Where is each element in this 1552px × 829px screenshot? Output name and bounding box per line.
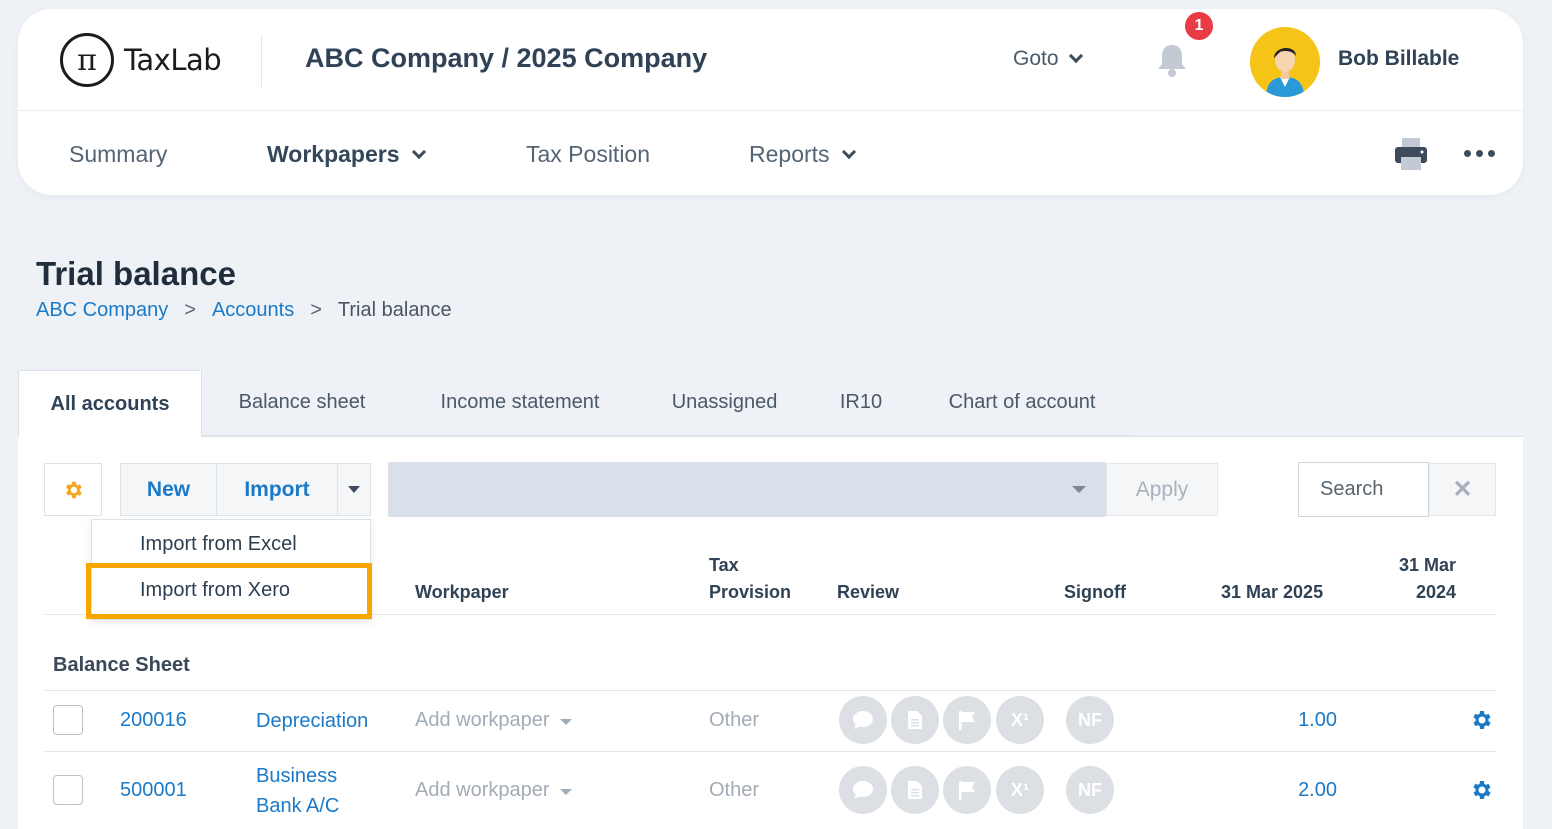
notification-badge: 1 [1183, 10, 1215, 42]
col-prior-line1: 31 Mar [1398, 555, 1456, 575]
row-checkbox[interactable] [53, 775, 83, 805]
tab-balance-sheet[interactable]: Balance sheet [202, 370, 402, 437]
comment-icon[interactable] [839, 766, 887, 814]
col-tax-provision-line2: Provision [709, 582, 792, 602]
user-name[interactable]: Bob Billable [1338, 47, 1459, 71]
signoff-badge[interactable]: NF [1066, 696, 1114, 744]
logo-text: TaxLab [124, 43, 222, 77]
comment-icon[interactable] [839, 696, 887, 744]
chevron-down-icon [411, 144, 426, 159]
signoff-badge[interactable]: NF [1066, 766, 1114, 814]
col-tax-provision-line1: Tax [709, 555, 739, 575]
bell-icon[interactable] [1155, 42, 1189, 78]
nav-label: Tax Position [526, 141, 651, 167]
divider [261, 35, 262, 87]
account-name[interactable]: Business Bank A/C [256, 761, 339, 821]
flag-icon[interactable] [943, 766, 991, 814]
account-code[interactable]: 500001 [120, 779, 187, 802]
new-import-group: New Import [120, 463, 371, 516]
import-caret-button[interactable] [338, 464, 370, 515]
add-workpaper-dropdown[interactable]: Add workpaper [415, 709, 572, 732]
gear-icon[interactable] [1469, 778, 1493, 802]
superscript-icon[interactable]: X¹ [996, 766, 1044, 814]
account-name[interactable]: Depreciation [256, 706, 368, 736]
caret-down-icon [559, 719, 572, 725]
logo-icon: π [60, 33, 114, 87]
top-bar: π TaxLab ABC Company / 2025 Company Goto… [18, 9, 1523, 111]
breadcrumb-separator: > [310, 299, 322, 321]
goto-dropdown[interactable]: Goto [1013, 47, 1083, 71]
tab-ir10[interactable]: IR10 [811, 370, 911, 437]
avatar[interactable] [1250, 27, 1320, 97]
nav-label: Summary [69, 141, 168, 167]
company-title: ABC Company / 2025 Company [305, 43, 708, 73]
col-prior-line2: 2024 [1415, 582, 1456, 602]
nav-tax-position[interactable]: Tax Position [526, 141, 650, 168]
user-avatar-icon [1266, 47, 1304, 97]
caret-down-icon [1072, 486, 1086, 493]
breadcrumb-company[interactable]: ABC Company [36, 299, 168, 322]
current-amount[interactable]: 1.00 [1298, 709, 1337, 732]
nav-reports[interactable]: Reports [749, 141, 856, 168]
account-name-line1: Business [256, 765, 338, 787]
more-options-icon[interactable] [1464, 150, 1495, 157]
document-icon[interactable] [891, 696, 939, 744]
tax-provision-value[interactable]: Other [709, 779, 759, 802]
printer-icon[interactable] [1394, 136, 1428, 172]
nav-workpapers[interactable]: Workpapers [267, 141, 426, 168]
account-name-line2: Bank A/C [256, 795, 340, 817]
nav-summary[interactable]: Summary [69, 141, 167, 168]
settings-button[interactable] [44, 463, 102, 516]
col-review[interactable]: Review [837, 579, 899, 606]
tab-all-accounts[interactable]: All accounts [18, 370, 202, 438]
search-input[interactable] [1298, 462, 1429, 517]
row-checkbox[interactable] [53, 705, 83, 735]
breadcrumb: ABC Company > Accounts > Trial balance [36, 299, 452, 322]
highlight-box [86, 563, 372, 619]
tab-chart-of-account[interactable]: Chart of account [911, 370, 1133, 437]
import-button[interactable]: Import [217, 464, 338, 515]
add-workpaper-dropdown[interactable]: Add workpaper [415, 779, 572, 802]
logo[interactable]: π TaxLab [60, 33, 222, 87]
caret-down-icon [559, 789, 572, 795]
tax-provision-value[interactable]: Other [709, 709, 759, 732]
clear-search-button[interactable]: ✕ [1429, 463, 1496, 516]
account-code[interactable]: 200016 [120, 709, 187, 732]
main-nav: Summary Workpapers Tax Position Reports [18, 112, 1523, 195]
breadcrumb-accounts[interactable]: Accounts [212, 299, 294, 322]
divider [44, 690, 1496, 691]
col-tax-provision[interactable]: Tax Provision [709, 552, 791, 606]
gear-icon[interactable] [1469, 708, 1493, 732]
divider [44, 751, 1496, 752]
bulk-action-select[interactable] [388, 462, 1106, 517]
page-title: Trial balance [36, 255, 236, 292]
section-heading: Balance Sheet [53, 654, 190, 676]
header-card: π TaxLab ABC Company / 2025 Company Goto… [18, 9, 1523, 195]
breadcrumb-current: Trial balance [337, 299, 452, 321]
col-signoff[interactable]: Signoff [1064, 579, 1126, 606]
current-amount[interactable]: 2.00 [1298, 779, 1337, 802]
chevron-down-icon [841, 144, 856, 159]
apply-button[interactable]: Apply [1106, 463, 1218, 516]
caret-down-icon [348, 486, 360, 493]
col-prior-period[interactable]: 31 Mar 2024 [1394, 552, 1456, 606]
chevron-down-icon [1068, 48, 1083, 64]
nav-label: Reports [749, 141, 830, 167]
col-workpaper[interactable]: Workpaper [415, 579, 509, 606]
superscript-icon[interactable]: X¹ [996, 696, 1044, 744]
tab-unassigned[interactable]: Unassigned [638, 370, 811, 437]
account-tabs: All accounts Balance sheet Income statem… [18, 370, 1523, 438]
breadcrumb-separator: > [184, 299, 196, 321]
new-button[interactable]: New [121, 464, 217, 515]
flag-icon[interactable] [943, 696, 991, 744]
gear-icon [66, 481, 82, 498]
goto-label: Goto [1013, 47, 1059, 70]
col-current-period[interactable]: 31 Mar 2025 [1221, 579, 1323, 606]
menu-item-import-excel[interactable]: Import from Excel [140, 533, 297, 556]
document-icon[interactable] [891, 766, 939, 814]
add-workpaper-label: Add workpaper [415, 709, 550, 731]
add-workpaper-label: Add workpaper [415, 779, 550, 801]
nav-label: Workpapers [267, 141, 400, 167]
tab-income-statement[interactable]: Income statement [402, 370, 638, 437]
